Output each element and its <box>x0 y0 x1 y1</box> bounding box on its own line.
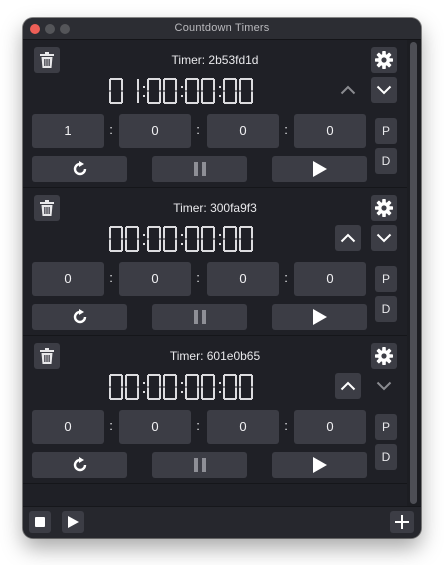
colon-separator: : <box>196 418 200 433</box>
play-all-button[interactable] <box>62 511 84 533</box>
colon-separator: : <box>284 418 288 433</box>
bottom-toolbar <box>23 506 421 538</box>
timer-panel: Timer: 601e0b65 0 : 0 : 0 : 0 P D <box>23 336 407 484</box>
delete-timer-button[interactable] <box>34 195 60 221</box>
play-icon <box>312 309 327 325</box>
move-down-button[interactable] <box>371 373 397 399</box>
timer-title: Timer: 2b53fd1d <box>171 53 259 67</box>
d-button[interactable]: D <box>375 296 397 322</box>
gear-icon <box>375 347 393 365</box>
delete-timer-button[interactable] <box>34 343 60 369</box>
play-icon <box>67 516 79 528</box>
pause-icon <box>193 310 206 324</box>
reset-timer-button[interactable] <box>32 156 127 182</box>
move-up-button[interactable] <box>335 225 361 251</box>
plus-icon <box>395 515 409 529</box>
start-timer-button[interactable] <box>272 156 367 182</box>
gear-icon <box>375 51 393 69</box>
gear-icon <box>375 199 393 217</box>
trash-icon <box>40 200 54 216</box>
timer-list: Timer: 2b53fd1d 1 : 0 : 0 : 0 P D Timer:… <box>23 40 407 506</box>
reset-timer-button[interactable] <box>32 452 127 478</box>
title-bar: Countdown Timers <box>23 18 421 40</box>
move-up-button[interactable] <box>335 373 361 399</box>
chevron-down-icon <box>376 85 392 95</box>
timer-settings-button[interactable] <box>371 343 397 369</box>
chevron-up-icon <box>340 233 356 243</box>
reset-icon <box>72 457 88 473</box>
colon-separator: : <box>284 270 288 285</box>
timer-panel: Timer: 2b53fd1d 1 : 0 : 0 : 0 P D <box>23 40 407 188</box>
p-button[interactable]: P <box>375 118 397 144</box>
move-down-button[interactable] <box>371 77 397 103</box>
chevron-down-icon <box>376 233 392 243</box>
days-field[interactable]: 1 <box>32 114 104 148</box>
seven-segment-display <box>109 226 265 254</box>
seconds-field[interactable]: 0 <box>294 262 366 296</box>
timer-settings-button[interactable] <box>371 47 397 73</box>
countdown-timers-window: Countdown Timers Timer: 2b53fd1d 1: 0:… <box>23 18 421 538</box>
start-timer-button[interactable] <box>272 452 367 478</box>
reset-icon <box>72 161 88 177</box>
days-field[interactable]: 0 <box>32 262 104 296</box>
scrollbar-thumb[interactable] <box>410 42 417 504</box>
d-button[interactable]: D <box>375 444 397 470</box>
trash-icon <box>40 348 54 364</box>
seven-segment-display <box>109 374 265 402</box>
d-button[interactable]: D <box>375 148 397 174</box>
minutes-field[interactable]: 0 <box>207 262 279 296</box>
seven-segment-display <box>109 78 265 106</box>
hours-field[interactable]: 0 <box>119 262 191 296</box>
pause-timer-button[interactable] <box>152 304 247 330</box>
seconds-field[interactable]: 0 <box>294 410 366 444</box>
play-icon <box>312 457 327 473</box>
timer-settings-button[interactable] <box>371 195 397 221</box>
stop-icon <box>35 517 45 527</box>
start-timer-button[interactable] <box>272 304 367 330</box>
chevron-down-icon <box>376 381 392 391</box>
stop-all-button[interactable] <box>29 511 51 533</box>
reset-icon <box>72 309 88 325</box>
colon-separator: : <box>109 418 113 433</box>
reset-timer-button[interactable] <box>32 304 127 330</box>
pause-timer-button[interactable] <box>152 452 247 478</box>
p-button[interactable]: P <box>375 414 397 440</box>
timer-title: Timer: 601e0b65 <box>169 349 261 363</box>
hours-field[interactable]: 0 <box>119 114 191 148</box>
window-title: Countdown Timers <box>174 22 270 34</box>
colon-separator: : <box>196 270 200 285</box>
colon-separator: : <box>109 122 113 137</box>
days-field[interactable]: 0 <box>32 410 104 444</box>
chevron-up-icon <box>340 85 356 95</box>
minutes-field[interactable]: 0 <box>207 410 279 444</box>
hours-field[interactable]: 0 <box>119 410 191 444</box>
timer-title: Timer: 300fa9f3 <box>173 201 257 215</box>
trash-icon <box>40 52 54 68</box>
chevron-up-icon <box>340 381 356 391</box>
move-up-button[interactable] <box>335 77 361 103</box>
move-down-button[interactable] <box>371 225 397 251</box>
delete-timer-button[interactable] <box>34 47 60 73</box>
pause-icon <box>193 162 206 176</box>
seconds-field[interactable]: 0 <box>294 114 366 148</box>
timer-panel: Timer: 300fa9f3 0 : 0 : 0 : 0 P D <box>23 188 407 336</box>
pause-icon <box>193 458 206 472</box>
colon-separator: : <box>284 122 288 137</box>
colon-separator: : <box>109 270 113 285</box>
p-button[interactable]: P <box>375 266 397 292</box>
vertical-scrollbar[interactable] <box>407 40 421 506</box>
colon-separator: : <box>196 122 200 137</box>
play-icon <box>312 161 327 177</box>
minutes-field[interactable]: 0 <box>207 114 279 148</box>
pause-timer-button[interactable] <box>152 156 247 182</box>
add-timer-button[interactable] <box>390 511 414 533</box>
